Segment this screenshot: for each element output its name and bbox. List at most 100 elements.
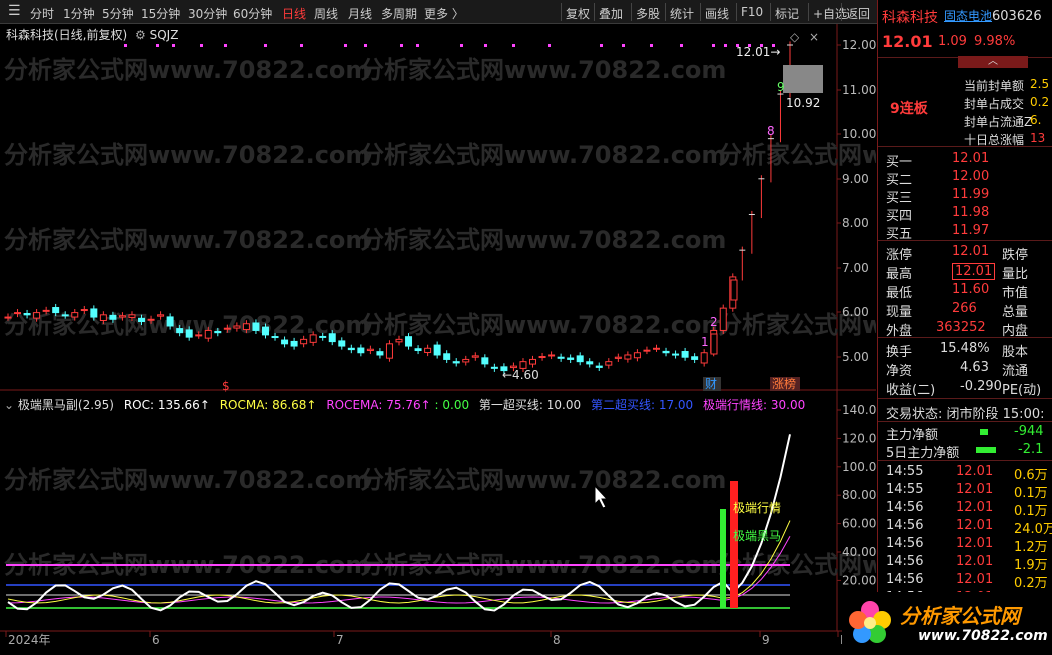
candle-body — [719, 307, 727, 331]
period-tab-2[interactable]: 5分钟 — [102, 5, 134, 22]
candle-body — [23, 313, 31, 316]
candle-body — [223, 327, 231, 330]
watermark-text: 分析家公式网www.70822.com — [718, 141, 876, 169]
tool-button-4[interactable]: 画线 — [705, 5, 729, 22]
candle-body — [157, 314, 165, 317]
site-logo: 分析家公式网 www.70822.com — [842, 592, 1052, 655]
signal-bar-green — [720, 509, 726, 608]
stat-label: 最低 — [886, 286, 913, 301]
toolbar-separator — [841, 3, 842, 21]
tick-volume: 0.1万 — [1014, 504, 1048, 519]
tool-button-5[interactable]: F10 — [741, 5, 763, 19]
candle-body — [405, 336, 413, 347]
signal-dot — [400, 44, 403, 47]
candle-body — [357, 347, 365, 354]
tick-volume: 1.2万 — [1014, 540, 1048, 555]
marker-2: 2 — [710, 315, 718, 329]
candle-body — [61, 314, 69, 317]
chart-canvas[interactable]: 分析家公式网www.70822.com 分析家公式网www.70822.com 分析… — [0, 24, 1052, 655]
seal-label: 封单占成交 — [964, 97, 1025, 111]
period-tab-0[interactable]: 分时 — [30, 5, 54, 22]
period-tab-1[interactable]: 1分钟 — [63, 5, 95, 22]
period-tab-8[interactable]: 月线 — [348, 5, 372, 22]
signal-dot — [124, 44, 127, 47]
chart-title: 科森科技(日线,前复权) ⚙ SQJZ — [6, 26, 178, 43]
flower-logo-icon — [849, 601, 891, 643]
sub-legend: ⌄ 极端黑马副(2.95) ROC: 135.66↑ ROCMA: 86.68↑… — [4, 396, 805, 413]
stat-label: 涨停 — [886, 248, 913, 263]
candle-body — [42, 309, 50, 312]
watermark-text: 分析家公式网www.70822.com — [360, 311, 726, 339]
tick-volume: 1.9万 — [1014, 558, 1048, 573]
watermark-text: 分析家公式网www.70822.com — [360, 56, 726, 84]
candle-body — [730, 279, 738, 301]
signal-dot — [650, 44, 653, 47]
seal-label: 封单占流通Z — [964, 115, 1033, 129]
candle-body — [242, 323, 250, 331]
divider — [878, 146, 1052, 147]
candle-body — [624, 354, 632, 360]
period-tab-4[interactable]: 30分钟 — [188, 5, 227, 22]
stat-label-right: 跌停 — [1002, 248, 1029, 263]
indicator-name: SQJZ — [149, 28, 179, 42]
stat-value: 11.60 — [952, 282, 990, 297]
bid-price: 11.97 — [952, 223, 990, 238]
tool-button-0[interactable]: 复权 — [566, 5, 590, 22]
stock-code: 603626 — [992, 9, 1042, 24]
candle-body — [319, 335, 327, 338]
gear-icon[interactable]: ⚙ — [135, 28, 146, 42]
candle-body — [71, 312, 79, 318]
price-tick-label: 10.00 — [842, 127, 876, 141]
candle-body — [366, 348, 374, 352]
candle-body — [424, 347, 432, 354]
signal-dot — [156, 44, 159, 47]
tick-volume: 0.1万 — [1014, 486, 1048, 501]
signal-dot — [622, 44, 625, 47]
period-tab-5[interactable]: 60分钟 — [233, 5, 272, 22]
concept-link[interactable]: 固态电池 — [944, 7, 992, 24]
candle-body — [395, 338, 403, 343]
zhangbang-badge: 涨榜 — [772, 376, 796, 391]
candle-body — [548, 354, 556, 357]
signal-dot — [724, 44, 727, 47]
tick-price: 12.01 — [956, 518, 994, 533]
marker-1: 1 — [701, 335, 709, 349]
stat2-label: 换手 — [886, 345, 913, 360]
tool-button-2[interactable]: 多股 — [636, 5, 660, 22]
stat2-label-right: 股本 — [1002, 345, 1029, 360]
price-change-pct: 9.98% — [974, 34, 1016, 49]
period-tab-6[interactable]: 日线 — [282, 5, 306, 22]
tool-button-6[interactable]: 标记 — [775, 5, 799, 22]
time-tick-label: 6 — [152, 633, 160, 647]
tick-time: 14:56 — [886, 500, 924, 515]
chart-title-text: 科森科技(日线,前复权) — [6, 28, 128, 42]
divider — [878, 240, 1052, 241]
flow-bar — [976, 447, 996, 453]
tool-button-8[interactable]: 返回 — [846, 5, 870, 22]
candle-body — [700, 352, 708, 364]
chevron-down-icon[interactable]: ⌄ — [4, 398, 14, 412]
period-tab-3[interactable]: 15分钟 — [141, 5, 180, 22]
collapse-button[interactable]: ︿ — [958, 56, 1028, 68]
flow-value: -2.1 — [1018, 442, 1044, 457]
menu-icon[interactable]: ☰ — [8, 3, 21, 19]
period-tab-10[interactable]: 更多 〉 — [424, 5, 464, 22]
low-price-label: ←4.60 — [502, 368, 539, 382]
tick-price: 12.01 — [956, 536, 994, 551]
candle-body — [300, 338, 308, 345]
flow-label: 5日主力净额 — [886, 446, 960, 461]
tick-time: 14:56 — [886, 536, 924, 551]
period-tab-7[interactable]: 周线 — [314, 5, 338, 22]
watermark-text: 分析家公式网www.70822.com — [4, 466, 370, 494]
bid-label: 买三 — [886, 191, 913, 206]
signal-dot — [344, 44, 347, 47]
tool-button-3[interactable]: 统计 — [670, 5, 694, 22]
candle-body — [433, 344, 441, 356]
signal-dot — [264, 44, 267, 47]
candle-body — [586, 361, 594, 365]
bid-price: 11.99 — [952, 187, 990, 202]
tool-button-1[interactable]: 叠加 — [599, 5, 623, 22]
candle-body — [261, 326, 269, 336]
period-tab-9[interactable]: 多周期 — [381, 5, 417, 22]
stat2-value: -0.290 — [960, 379, 1002, 394]
